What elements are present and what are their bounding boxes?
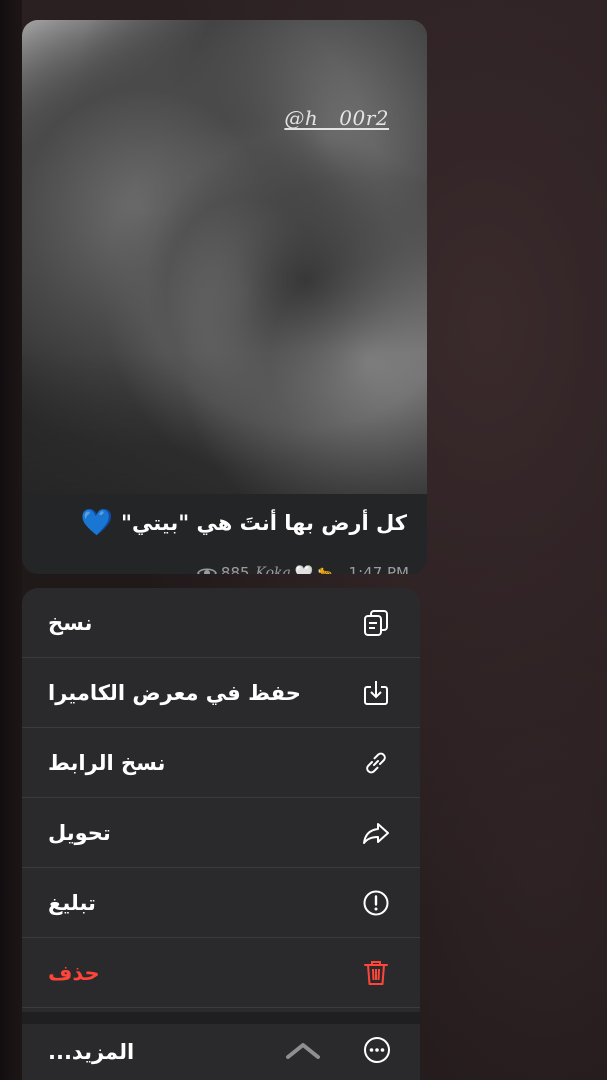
menu-item-copy[interactable]: نسخ bbox=[22, 588, 420, 658]
photo-watermark: @h__00r2 bbox=[284, 106, 389, 130]
chevron-up-icon[interactable] bbox=[284, 1039, 322, 1065]
menu-item-more[interactable]: المزيد... bbox=[22, 1024, 420, 1080]
more-left-group: المزيد... bbox=[48, 1040, 134, 1064]
report-icon bbox=[360, 887, 392, 919]
menu-item-label: تحويل bbox=[48, 820, 111, 845]
save-to-gallery-icon bbox=[360, 677, 392, 709]
context-menu: نسخ حفظ في معرض الكاميرا نسخ الرابط تحوي… bbox=[22, 588, 420, 1080]
background-edge bbox=[0, 0, 22, 1080]
menu-item-label: تبليغ bbox=[48, 890, 96, 915]
caption-row: 💙 كل أرض بها أنتَ هي "بيتي" bbox=[44, 510, 407, 536]
more-icon bbox=[362, 1035, 392, 1069]
blue-heart-emoji: 💙 bbox=[80, 508, 114, 538]
post-author: Koka bbox=[255, 565, 291, 574]
leopard-emoji: 🐆 bbox=[317, 565, 336, 574]
trash-icon bbox=[360, 957, 392, 989]
link-icon bbox=[360, 747, 392, 779]
menu-item-delete[interactable]: حذف bbox=[22, 938, 420, 1008]
menu-item-label: نسخ bbox=[48, 610, 93, 635]
message-time: , 1:47 PM bbox=[339, 564, 409, 574]
more-right-group bbox=[284, 1035, 392, 1069]
menu-item-label: حفظ في معرض الكاميرا bbox=[48, 680, 301, 705]
menu-item-copy-link[interactable]: نسخ الرابط bbox=[22, 728, 420, 798]
menu-item-label: نسخ الرابط bbox=[48, 750, 166, 775]
message-caption: كل أرض بها أنتَ هي "بيتي" bbox=[121, 511, 407, 535]
forward-icon bbox=[360, 817, 392, 849]
menu-item-forward[interactable]: تحويل bbox=[22, 798, 420, 868]
menu-separator bbox=[22, 1012, 420, 1024]
message-meta: 885 Koka 🤍 🐆 , 1:47 PM bbox=[196, 564, 409, 574]
menu-item-report[interactable]: تبليغ bbox=[22, 868, 420, 938]
copy-icon bbox=[360, 607, 392, 639]
message-bubble[interactable]: @h__00r2 💙 كل أرض بها أنتَ هي "بيتي" 885… bbox=[22, 20, 427, 574]
view-count: 885 bbox=[220, 564, 250, 574]
menu-item-label: حذف bbox=[48, 960, 100, 985]
menu-item-save-to-gallery[interactable]: حفظ في معرض الكاميرا bbox=[22, 658, 420, 728]
white-heart-emoji: 🤍 bbox=[294, 564, 314, 574]
photo-shading bbox=[22, 20, 427, 494]
eye-icon bbox=[196, 566, 217, 574]
menu-item-label: المزيد... bbox=[48, 1040, 135, 1064]
